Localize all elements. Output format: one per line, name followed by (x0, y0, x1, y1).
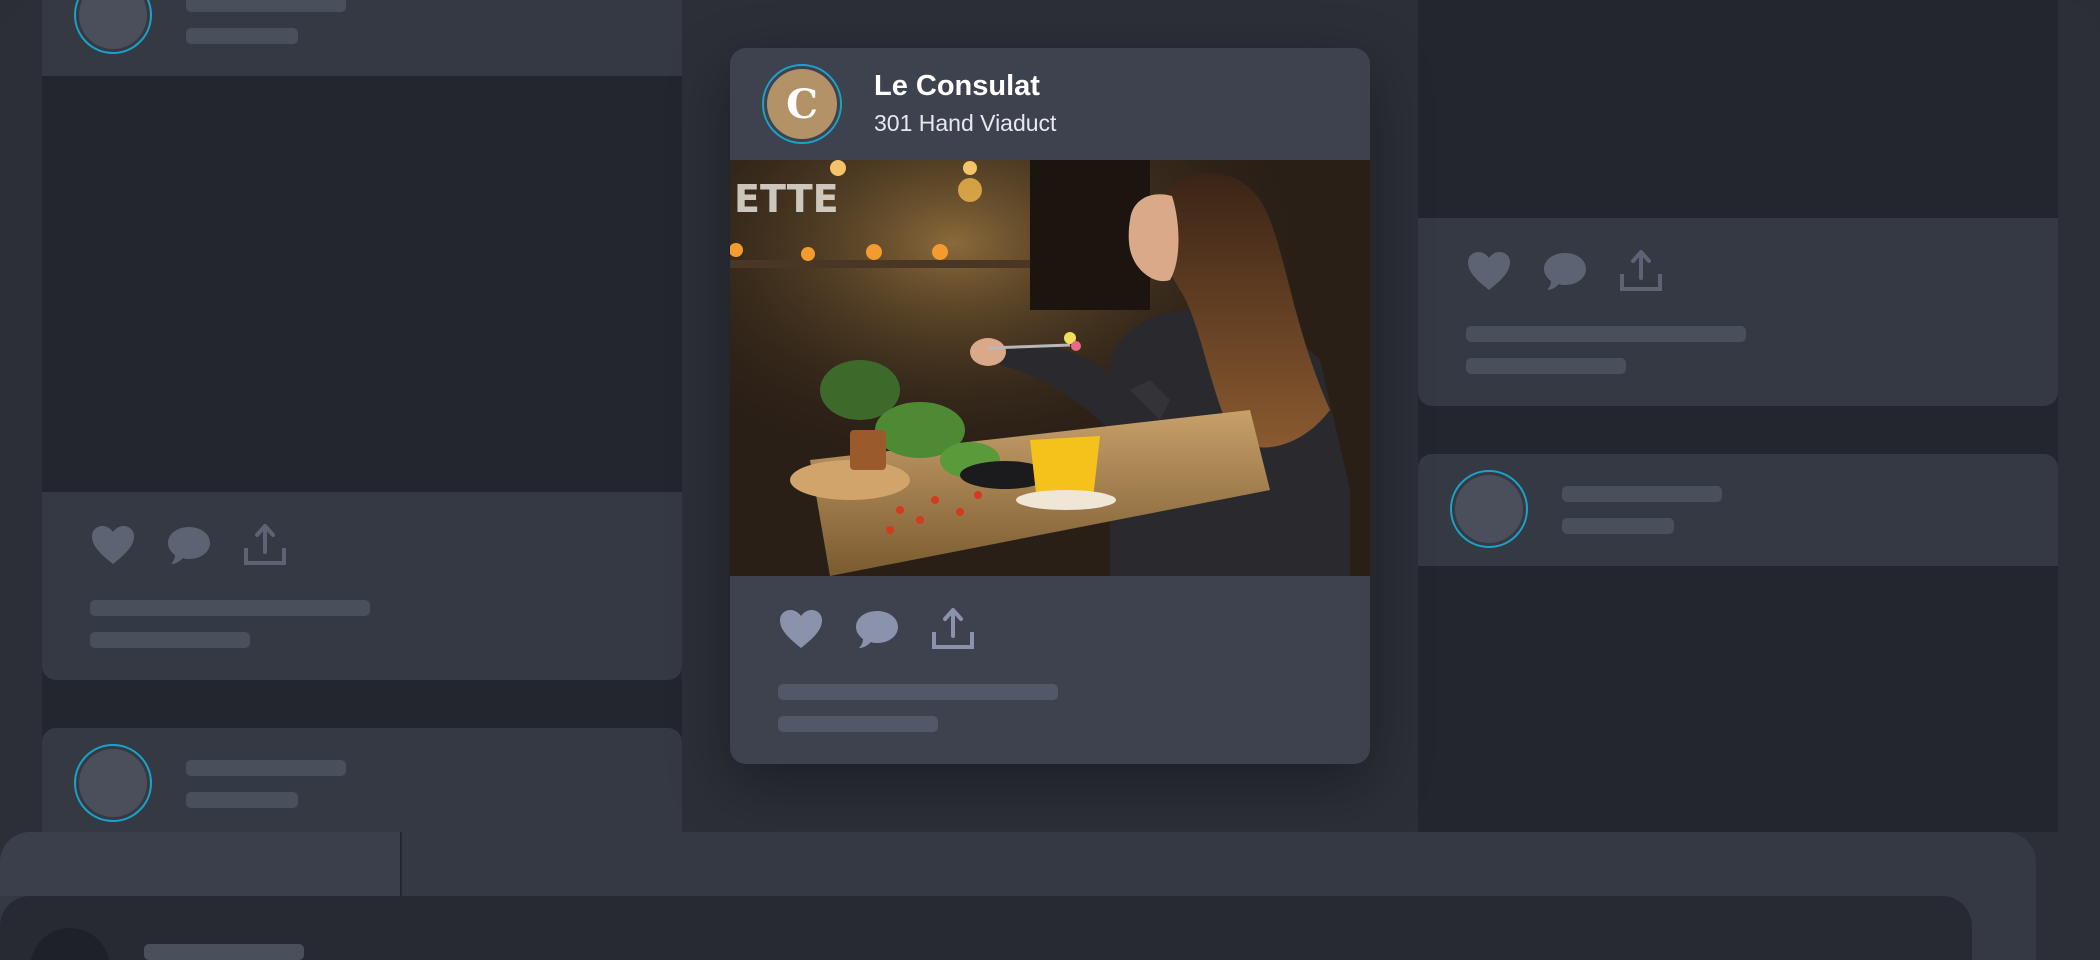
place-address: 301 Hand Viaduct (874, 110, 1057, 136)
skeleton-line (144, 944, 304, 960)
featured-post-card[interactable]: C Le Consulat 301 Hand Viaduct ETTE (730, 48, 1370, 764)
share-icon[interactable] (242, 524, 288, 566)
brand-avatar[interactable]: C (762, 64, 842, 144)
post-actions (1466, 250, 1664, 292)
skeleton-line (1466, 326, 1746, 342)
comment-icon[interactable] (854, 608, 900, 650)
heart-icon[interactable] (90, 524, 136, 566)
post-card-header-placeholder (42, 728, 682, 848)
app-frame: C Le Consulat 301 Hand Viaduct ETTE (0, 0, 2100, 960)
feed-column-right (1418, 0, 2058, 832)
place-name[interactable]: Le Consulat (874, 70, 1040, 103)
post-actions (90, 524, 288, 566)
brand-logo: C (767, 69, 837, 139)
svg-text:ETTE: ETTE (734, 177, 839, 221)
post-card-footer-placeholder (42, 492, 682, 680)
post-actions (778, 608, 976, 650)
heart-icon[interactable] (1466, 250, 1512, 292)
skeleton-line (186, 792, 298, 808)
comment-icon[interactable] (1542, 250, 1588, 292)
comment-icon[interactable] (166, 524, 212, 566)
skeleton-line (778, 716, 938, 732)
skeleton-line (1562, 518, 1674, 534)
share-icon[interactable] (930, 608, 976, 650)
share-icon[interactable] (1618, 250, 1664, 292)
skeleton-line (1466, 358, 1626, 374)
skeleton-line (186, 0, 346, 12)
avatar-placeholder (74, 0, 152, 54)
skeleton-line (1562, 486, 1722, 502)
skeleton-line (186, 28, 298, 44)
skeleton-line (90, 600, 370, 616)
skeleton-line (90, 632, 250, 648)
avatar-placeholder (74, 744, 152, 822)
post-photo-illustration: ETTE (730, 160, 1370, 576)
feed-column-left (42, 0, 682, 848)
post-header: C Le Consulat 301 Hand Viaduct (730, 48, 1370, 160)
post-photo[interactable]: ETTE (730, 160, 1370, 576)
avatar-placeholder (1450, 470, 1528, 548)
post-card-header-placeholder (1418, 454, 2058, 566)
skeleton-line (186, 760, 346, 776)
bottom-panel-tab[interactable] (0, 832, 400, 896)
post-card-footer-placeholder (1418, 218, 2058, 406)
skeleton-line (778, 684, 1058, 700)
post-card-header-placeholder (42, 0, 682, 76)
heart-icon[interactable] (778, 608, 824, 650)
